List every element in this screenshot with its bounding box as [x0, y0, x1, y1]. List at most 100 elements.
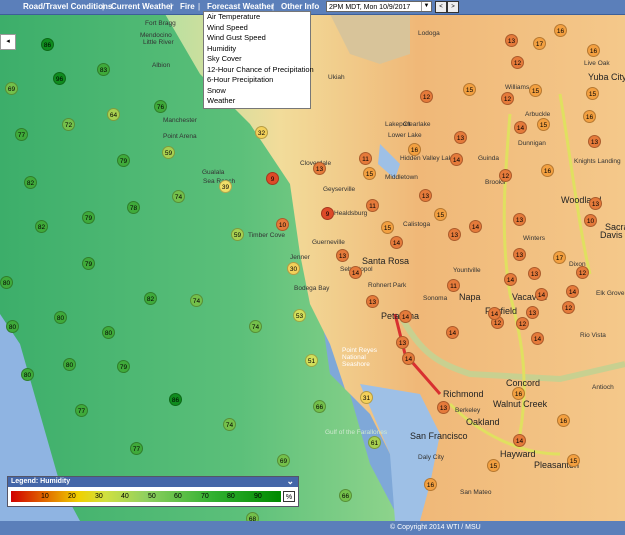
- humidity-marker[interactable]: 32: [255, 126, 268, 139]
- humidity-marker[interactable]: 72: [62, 118, 75, 131]
- humidity-marker[interactable]: 74: [190, 294, 203, 307]
- menu-item-wind-gust-speed[interactable]: Wind Gust Speed: [204, 33, 310, 44]
- humidity-marker[interactable]: 14: [469, 220, 482, 233]
- nav-forecast-weather[interactable]: Forecast Weather: [207, 2, 274, 11]
- humidity-marker[interactable]: 53: [293, 309, 306, 322]
- humidity-marker[interactable]: 13: [589, 197, 602, 210]
- humidity-marker[interactable]: 79: [82, 211, 95, 224]
- humidity-marker[interactable]: 13: [588, 135, 601, 148]
- humidity-marker[interactable]: 16: [424, 478, 437, 491]
- humidity-marker[interactable]: 13: [313, 162, 326, 175]
- humidity-marker[interactable]: 69: [277, 454, 290, 467]
- humidity-map[interactable]: ◂ Fort Bragg Mendocino Little River Albi…: [0, 14, 625, 521]
- humidity-marker[interactable]: 15: [567, 454, 580, 467]
- menu-item-air-temperature[interactable]: Air Temperature: [204, 12, 310, 23]
- chevron-down-icon[interactable]: ⌄: [286, 476, 294, 486]
- humidity-marker[interactable]: 14: [488, 307, 501, 320]
- humidity-marker[interactable]: 82: [35, 220, 48, 233]
- humidity-marker[interactable]: 16: [512, 387, 525, 400]
- humidity-marker[interactable]: 16: [541, 164, 554, 177]
- nav-road-travel-conditions[interactable]: Road/Travel Conditions: [23, 2, 112, 11]
- humidity-marker[interactable]: 80: [0, 276, 13, 289]
- humidity-marker[interactable]: 14: [513, 434, 526, 447]
- humidity-marker[interactable]: 11: [366, 199, 379, 212]
- humidity-marker[interactable]: 79: [117, 360, 130, 373]
- humidity-marker[interactable]: 16: [587, 44, 600, 57]
- humidity-marker[interactable]: 15: [434, 208, 447, 221]
- humidity-marker[interactable]: 64: [107, 108, 120, 121]
- humidity-marker[interactable]: 61: [368, 436, 381, 449]
- humidity-marker[interactable]: 14: [446, 326, 459, 339]
- humidity-marker[interactable]: 74: [223, 418, 236, 431]
- humidity-marker[interactable]: 14: [531, 332, 544, 345]
- humidity-marker[interactable]: 11: [359, 152, 372, 165]
- humidity-marker[interactable]: 74: [249, 320, 262, 333]
- humidity-marker[interactable]: 39: [219, 180, 232, 193]
- humidity-marker[interactable]: 13: [419, 189, 432, 202]
- humidity-marker[interactable]: 83: [97, 63, 110, 76]
- humidity-marker[interactable]: 82: [144, 292, 157, 305]
- humidity-marker[interactable]: 66: [339, 489, 352, 502]
- humidity-marker[interactable]: 79: [117, 154, 130, 167]
- humidity-marker[interactable]: 14: [504, 273, 517, 286]
- humidity-marker[interactable]: 12: [576, 266, 589, 279]
- humidity-marker[interactable]: 86: [41, 38, 54, 51]
- humidity-marker[interactable]: 13: [454, 131, 467, 144]
- map-panel-toggle-button[interactable]: ◂: [0, 34, 16, 50]
- humidity-marker[interactable]: 80: [102, 326, 115, 339]
- humidity-marker[interactable]: 15: [363, 167, 376, 180]
- humidity-marker[interactable]: 15: [537, 118, 550, 131]
- humidity-marker[interactable]: 80: [21, 368, 34, 381]
- humidity-marker[interactable]: 78: [127, 201, 140, 214]
- humidity-marker[interactable]: 9: [321, 207, 334, 220]
- humidity-marker[interactable]: 13: [526, 306, 539, 319]
- humidity-marker[interactable]: 68: [246, 512, 259, 521]
- humidity-marker[interactable]: 69: [5, 82, 18, 95]
- humidity-marker[interactable]: 16: [408, 143, 421, 156]
- humidity-marker[interactable]: 80: [63, 358, 76, 371]
- humidity-marker[interactable]: 13: [366, 295, 379, 308]
- humidity-marker[interactable]: 80: [6, 320, 19, 333]
- humidity-marker[interactable]: 12: [499, 169, 512, 182]
- humidity-marker[interactable]: 14: [566, 285, 579, 298]
- humidity-marker[interactable]: 12: [511, 56, 524, 69]
- nav-current-weather[interactable]: Current Weather: [111, 2, 174, 11]
- humidity-marker[interactable]: 12: [516, 317, 529, 330]
- humidity-marker[interactable]: 79: [82, 257, 95, 270]
- time-prev-button[interactable]: <: [435, 1, 447, 13]
- humidity-marker[interactable]: 15: [529, 84, 542, 97]
- humidity-marker[interactable]: 17: [553, 251, 566, 264]
- humidity-marker[interactable]: 14: [450, 153, 463, 166]
- humidity-marker[interactable]: 77: [75, 404, 88, 417]
- humidity-marker[interactable]: 14: [390, 236, 403, 249]
- humidity-marker[interactable]: 66: [313, 400, 326, 413]
- humidity-marker[interactable]: 14: [535, 288, 548, 301]
- humidity-marker[interactable]: 74: [172, 190, 185, 203]
- humidity-marker[interactable]: 9: [266, 172, 279, 185]
- nav-other-info[interactable]: Other Info: [281, 2, 319, 11]
- humidity-marker[interactable]: 13: [528, 267, 541, 280]
- humidity-marker[interactable]: 13: [336, 249, 349, 262]
- humidity-marker[interactable]: 15: [463, 83, 476, 96]
- humidity-marker[interactable]: 13: [448, 228, 461, 241]
- humidity-marker[interactable]: 12: [562, 301, 575, 314]
- humidity-marker[interactable]: 59: [231, 228, 244, 241]
- humidity-marker[interactable]: 80: [54, 311, 67, 324]
- menu-item-sky-cover[interactable]: Sky Cover: [204, 54, 310, 65]
- humidity-marker[interactable]: 16: [554, 24, 567, 37]
- humidity-marker[interactable]: 30: [287, 262, 300, 275]
- humidity-marker[interactable]: 14: [402, 352, 415, 365]
- humidity-marker[interactable]: 13: [513, 248, 526, 261]
- humidity-marker[interactable]: 13: [505, 34, 518, 47]
- humidity-marker[interactable]: 14: [399, 310, 412, 323]
- humidity-marker[interactable]: 14: [349, 266, 362, 279]
- humidity-marker[interactable]: 77: [15, 128, 28, 141]
- humidity-marker[interactable]: 15: [487, 459, 500, 472]
- menu-item-snow[interactable]: Snow: [204, 86, 310, 97]
- humidity-marker[interactable]: 16: [583, 110, 596, 123]
- time-select[interactable]: 2PM MDT, Mon 10/9/2017 ▼: [326, 1, 432, 12]
- humidity-marker[interactable]: 31: [360, 391, 373, 404]
- menu-item-weather[interactable]: Weather: [204, 96, 310, 107]
- humidity-marker[interactable]: 14: [514, 121, 527, 134]
- humidity-marker[interactable]: 82: [24, 176, 37, 189]
